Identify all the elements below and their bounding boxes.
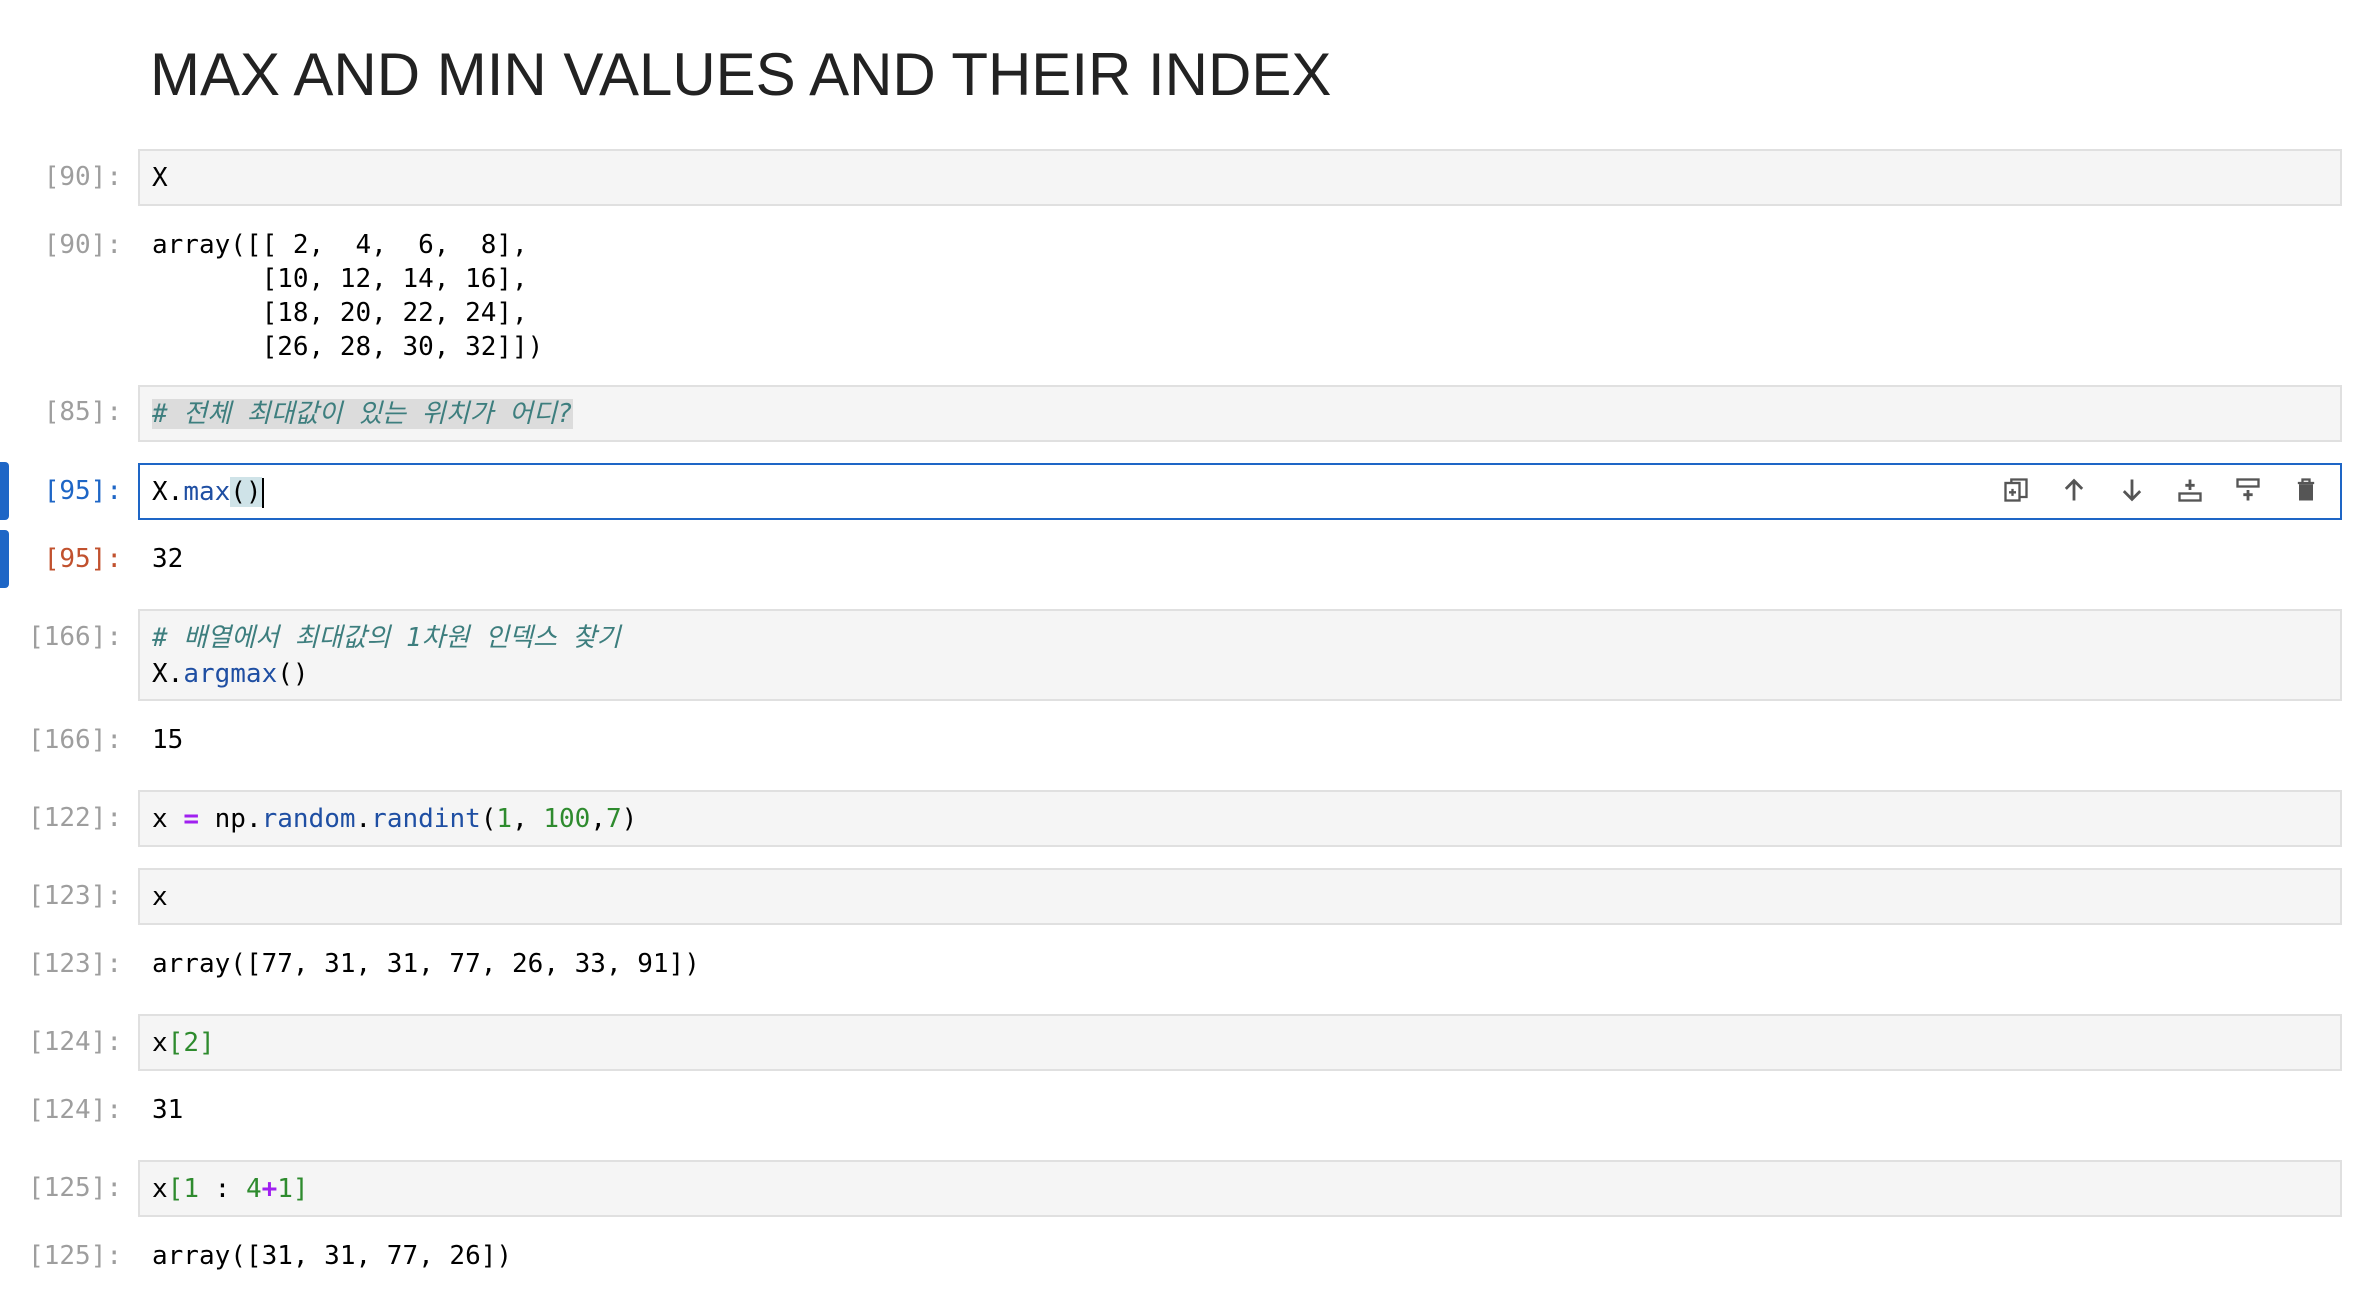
code-dot: . bbox=[167, 477, 184, 507]
code-variable: x bbox=[152, 1028, 168, 1058]
code-attribute: random bbox=[261, 804, 356, 834]
markdown-heading: MAX AND MIN VALUES AND THEIR INDEX bbox=[150, 41, 1332, 108]
active-cell-input-marker[interactable] bbox=[0, 462, 9, 520]
code-operator: + bbox=[261, 1174, 278, 1204]
code-comma: , bbox=[512, 804, 544, 834]
active-code-cell-input[interactable]: X.max() bbox=[138, 463, 2342, 520]
code-comment: # 배열에서 최대값의 1차원 인덱스 찾기 bbox=[152, 623, 621, 653]
code-number: 1 bbox=[277, 1174, 293, 1204]
code-object: X bbox=[152, 477, 168, 507]
output-prompt: [124]: bbox=[28, 1095, 122, 1125]
code-variable: x bbox=[152, 804, 168, 834]
code-number: 2 bbox=[183, 1028, 199, 1058]
cell-output: array([77, 31, 31, 77, 26, 33, 91]) bbox=[152, 949, 700, 979]
output-prompt: [95]: bbox=[43, 544, 122, 574]
code-cell-input[interactable]: x = np.random.randint(1, 100,7) bbox=[138, 790, 2342, 847]
cell-output: 15 bbox=[152, 725, 184, 755]
code-method: max bbox=[183, 477, 231, 507]
input-prompt: [124]: bbox=[28, 1027, 122, 1057]
input-prompt: [85]: bbox=[43, 397, 122, 427]
code-dot: . bbox=[167, 659, 184, 689]
code-dot: . bbox=[355, 804, 372, 834]
code-number: 7 bbox=[606, 804, 622, 834]
output-prompt: [166]: bbox=[28, 725, 122, 755]
code-module: np bbox=[214, 804, 246, 834]
cell-output: 32 bbox=[152, 544, 184, 574]
code-number: 1 bbox=[496, 804, 513, 834]
code-paren: ( bbox=[480, 804, 497, 834]
code-bracket: ] bbox=[292, 1174, 309, 1204]
code-operator: = bbox=[183, 804, 199, 834]
insert-above-icon[interactable] bbox=[2176, 475, 2204, 505]
input-prompt: [166]: bbox=[28, 622, 122, 652]
code-text: X bbox=[152, 163, 168, 193]
insert-below-icon[interactable] bbox=[2234, 475, 2262, 505]
code-bracket: [ bbox=[167, 1028, 184, 1058]
code-paren: ) bbox=[621, 804, 638, 834]
code-method: randint bbox=[371, 804, 481, 834]
input-prompt: [123]: bbox=[28, 881, 122, 911]
notebook-page: MAX AND MIN VALUES AND THEIR INDEX [90]:… bbox=[0, 0, 2366, 1298]
output-prompt: [125]: bbox=[28, 1241, 122, 1271]
code-cell-input[interactable]: # 전체 최대값이 있는 위치가 어디? bbox=[138, 385, 2342, 442]
code-colon: : bbox=[198, 1174, 246, 1204]
code-dot: . bbox=[245, 804, 262, 834]
cell-output: 31 bbox=[152, 1095, 184, 1125]
move-up-icon[interactable] bbox=[2060, 475, 2088, 505]
text-cursor bbox=[261, 477, 264, 508]
cell-toolbar bbox=[2002, 475, 2320, 505]
delete-icon[interactable] bbox=[2292, 475, 2320, 505]
input-prompt: [95]: bbox=[43, 476, 122, 506]
code-number: 4 bbox=[245, 1174, 262, 1204]
code-bracket: ] bbox=[198, 1028, 215, 1058]
code-number: 100 bbox=[543, 804, 591, 834]
code-comment: # 전체 최대값이 있는 위치가 어디? bbox=[152, 399, 573, 429]
code-parens: () bbox=[230, 477, 262, 507]
code-comma: , bbox=[590, 804, 606, 834]
input-prompt: [125]: bbox=[28, 1173, 122, 1203]
input-prompt: [90]: bbox=[43, 162, 122, 192]
code-cell-input[interactable]: x[2] bbox=[138, 1014, 2342, 1071]
active-cell-output-marker[interactable] bbox=[0, 530, 9, 588]
code-object: X bbox=[152, 659, 168, 689]
code-number: 1 bbox=[183, 1174, 199, 1204]
code-variable: x bbox=[152, 1174, 168, 1204]
code-cell-input[interactable]: # 배열에서 최대값의 1차원 인덱스 찾기 X.argmax() bbox=[138, 609, 2342, 701]
move-down-icon[interactable] bbox=[2118, 475, 2146, 505]
duplicate-icon[interactable] bbox=[2002, 475, 2030, 505]
output-prompt: [90]: bbox=[43, 230, 122, 260]
cell-output: array([31, 31, 77, 26]) bbox=[152, 1241, 513, 1271]
output-prompt: [123]: bbox=[28, 949, 122, 979]
cell-output: array([[ 2, 4, 6, 8], [10, 12, 14, 16], … bbox=[152, 230, 544, 362]
code-method: argmax bbox=[183, 659, 278, 689]
code-cell-input[interactable]: x bbox=[138, 868, 2342, 925]
code-cell-input[interactable]: x[1 : 4+1] bbox=[138, 1160, 2342, 1217]
code-text: x bbox=[152, 882, 168, 912]
input-prompt: [122]: bbox=[28, 803, 122, 833]
code-parens: () bbox=[277, 659, 309, 689]
code-cell-input[interactable]: X bbox=[138, 149, 2342, 206]
code-bracket: [ bbox=[167, 1174, 184, 1204]
